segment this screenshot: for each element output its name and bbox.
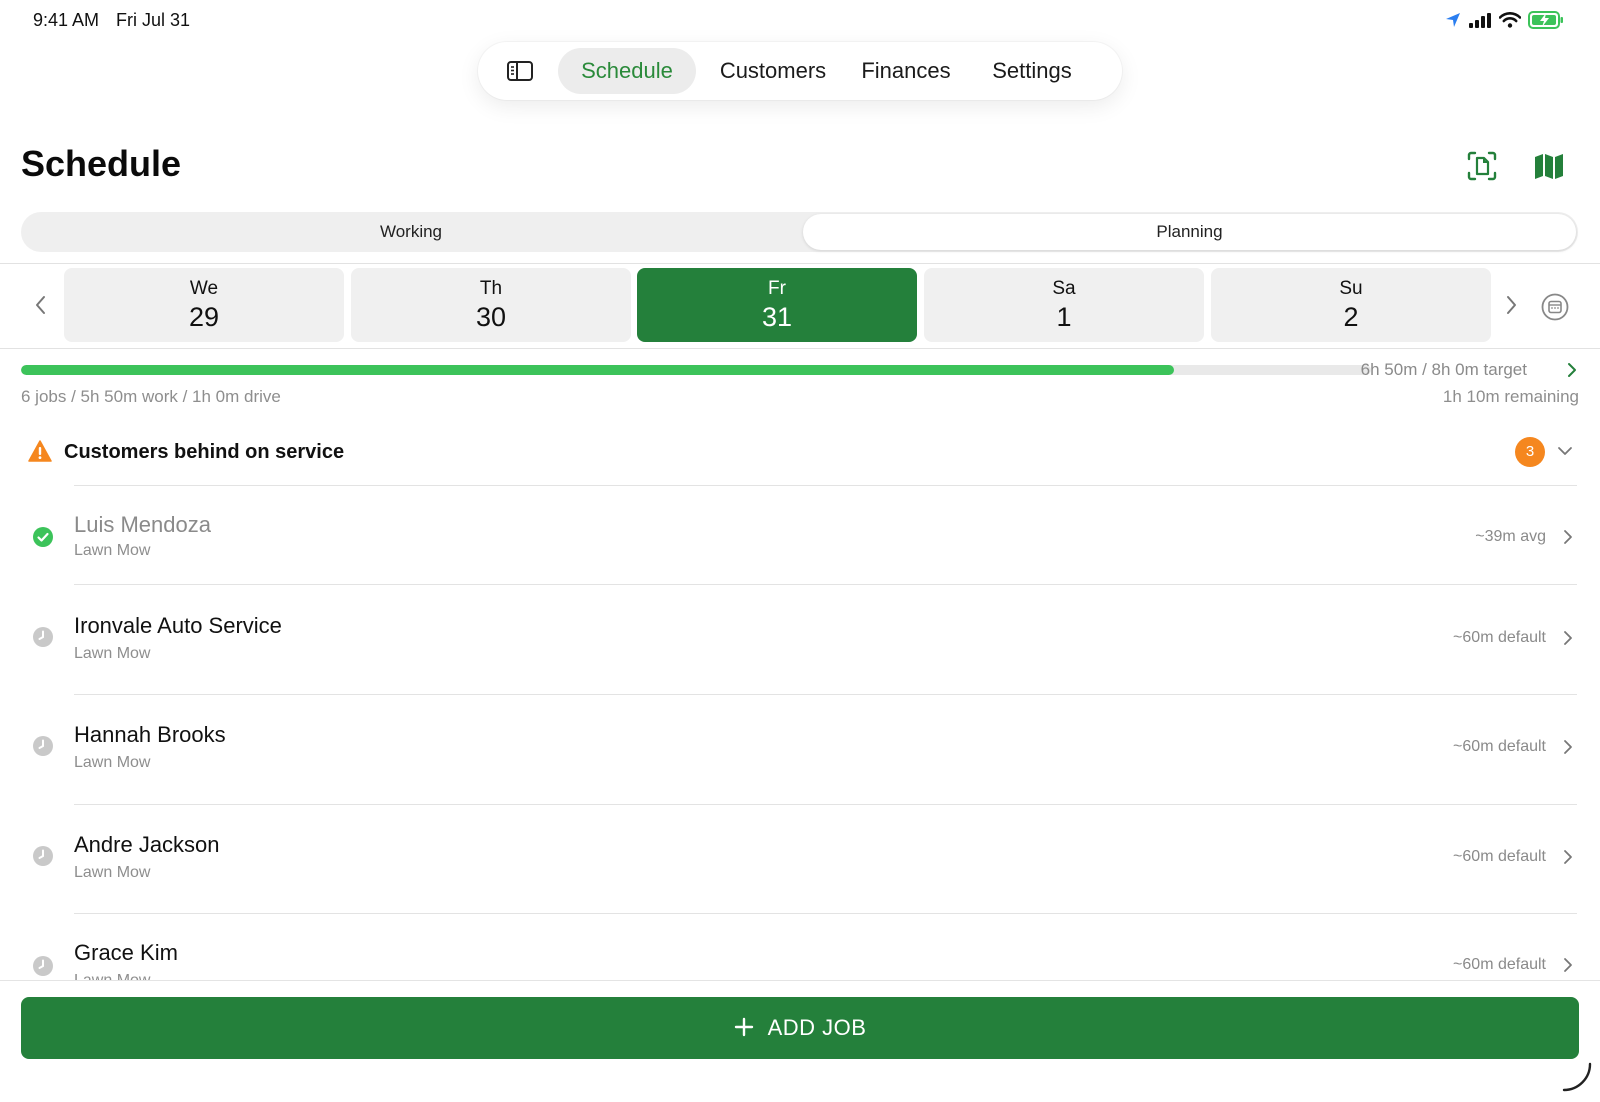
status-bar: 9:41 AM Fri Jul 31 [0, 0, 1600, 42]
divider [0, 263, 1600, 264]
status-time: 9:41 AM [33, 10, 100, 30]
chevron-down-icon[interactable] [1557, 446, 1573, 456]
segment-planning[interactable]: Planning [803, 214, 1576, 250]
job-customer-name: Ironvale Auto Service [74, 613, 282, 638]
day-card-thursday[interactable]: Th 30 [351, 268, 631, 342]
day-name: Th [479, 278, 503, 299]
day-name: Fr [768, 278, 786, 299]
chevron-right-icon[interactable] [1567, 362, 1577, 378]
clock-circle-icon [33, 736, 53, 756]
top-nav: Schedule Customers Finances Settings [478, 42, 1122, 100]
sidebar-toggle-icon[interactable] [506, 59, 534, 83]
status-icons [1445, 11, 1564, 29]
add-job-button[interactable]: ADD JOB [21, 997, 1579, 1059]
job-row[interactable]: Hannah Brooks Lawn Mow ~60m default [0, 695, 1600, 803]
job-duration: ~60m default [1453, 738, 1546, 755]
behind-on-service-title[interactable]: Customers behind on service [64, 441, 344, 464]
calendar-icon[interactable] [1541, 293, 1569, 321]
day-name: We [189, 278, 219, 299]
add-job-label: ADD JOB [767, 1015, 867, 1040]
tab-customers[interactable]: Customers [702, 48, 844, 94]
job-row[interactable]: Andre Jackson Lawn Mow ~60m default [0, 805, 1600, 913]
day-number: 29 [188, 302, 220, 332]
job-service-type: Lawn Mow [74, 754, 151, 771]
day-number: 31 [761, 302, 793, 332]
day-name: Su [1339, 278, 1363, 299]
wifi-icon [1499, 12, 1521, 28]
behind-count-badge: 3 [1515, 437, 1545, 467]
tab-settings[interactable]: Settings [972, 48, 1092, 94]
job-list: Luis Mendoza Lawn Mow ~39m avg Ironvale … [0, 486, 1600, 980]
mode-segmented-control: Working Planning [21, 212, 1578, 252]
day-card-wednesday[interactable]: We 29 [64, 268, 344, 342]
tab-finances[interactable]: Finances [850, 48, 962, 94]
job-service-type: Lawn Mow [74, 864, 151, 881]
chevron-right-icon [1564, 631, 1572, 645]
jobs-summary: 6 jobs / 5h 50m work / 1h 0m drive [21, 387, 281, 406]
day-card-sunday[interactable]: Su 2 [1211, 268, 1491, 342]
work-progress-fill [21, 365, 1174, 375]
status-date: Fri Jul 31 [116, 10, 191, 30]
day-card-friday[interactable]: Fr 31 [637, 268, 917, 342]
page-title: Schedule [21, 143, 182, 184]
job-row[interactable]: Luis Mendoza Lawn Mow ~39m avg [0, 486, 1600, 594]
chevron-right-icon [1564, 958, 1572, 972]
job-row[interactable]: Ironvale Auto Service Lawn Mow ~60m defa… [0, 585, 1600, 693]
day-name: Sa [1052, 278, 1076, 299]
chevron-left-icon[interactable] [33, 294, 49, 316]
job-customer-name: Andre Jackson [74, 832, 220, 857]
cellular-signal-icon [1469, 13, 1491, 28]
job-service-type: Lawn Mow [74, 645, 151, 662]
job-duration: ~60m default [1453, 848, 1546, 865]
clock-circle-icon [33, 627, 53, 647]
clock-circle-icon [33, 956, 53, 976]
remaining-time: 1h 10m remaining [1442, 387, 1579, 406]
day-number: 1 [1056, 302, 1072, 332]
progress-target-text[interactable]: 6h 50m / 8h 0m target [1361, 360, 1527, 380]
location-arrow-icon [1446, 13, 1460, 27]
chevron-right-icon [1564, 740, 1572, 754]
job-service-type: Lawn Mow [74, 972, 150, 980]
segment-working[interactable]: Working [21, 212, 801, 252]
document-scan-icon[interactable] [1466, 150, 1498, 182]
work-progress-bar [21, 365, 1371, 375]
resize-handle-icon[interactable] [1560, 1060, 1596, 1096]
job-row[interactable]: Grace Kim Lawn Mow ~60m default [0, 914, 1600, 980]
job-service-type: Lawn Mow [74, 542, 151, 559]
warning-triangle-icon [28, 440, 52, 462]
map-icon[interactable] [1533, 150, 1565, 182]
divider [0, 980, 1600, 981]
tab-schedule[interactable]: Schedule [558, 48, 696, 94]
day-number: 2 [1343, 302, 1359, 332]
job-customer-name: Hannah Brooks [74, 722, 226, 747]
day-card-saturday[interactable]: Sa 1 [924, 268, 1204, 342]
job-customer-name: Luis Mendoza [74, 512, 211, 537]
job-customer-name: Grace Kim [74, 940, 178, 965]
job-duration: ~39m avg [1475, 528, 1546, 545]
battery-charging-icon [1528, 11, 1563, 29]
job-duration: ~60m default [1453, 956, 1546, 973]
clock-circle-icon [33, 846, 53, 866]
divider [0, 348, 1600, 349]
plus-icon [734, 1017, 753, 1037]
chevron-right-icon[interactable] [1503, 294, 1519, 316]
job-duration: ~60m default [1453, 629, 1546, 646]
checkmark-circle-icon [33, 527, 53, 547]
chevron-right-icon [1564, 850, 1572, 864]
day-number: 30 [475, 302, 507, 332]
chevron-right-icon [1564, 530, 1572, 544]
